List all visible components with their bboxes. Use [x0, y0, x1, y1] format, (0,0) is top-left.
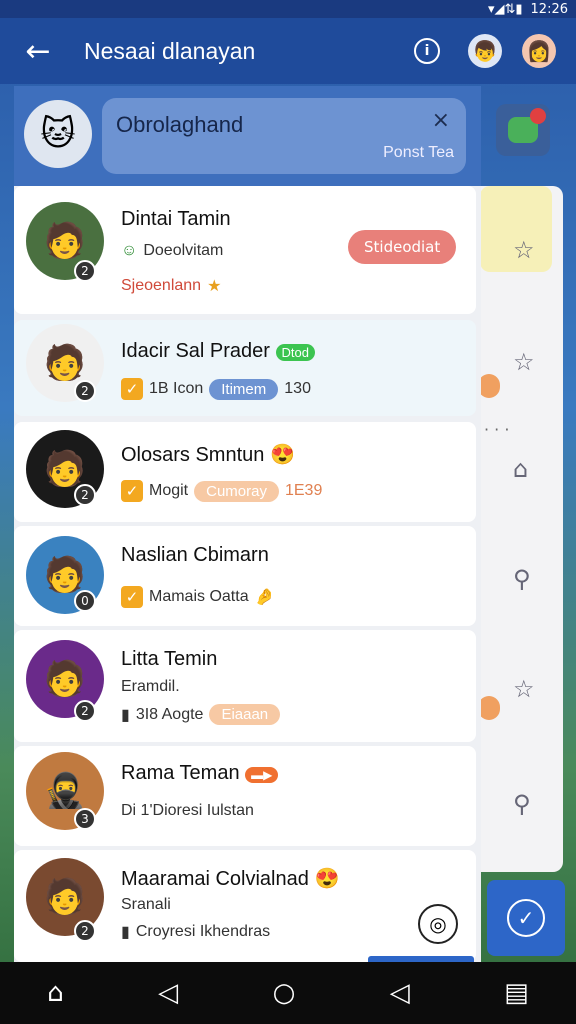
status-text: Doeolvitam	[143, 242, 224, 259]
checkbox-icon: ✓	[121, 586, 143, 608]
emoji-icon: 😍	[269, 444, 295, 466]
status-time: 12:26	[530, 1, 568, 17]
status-bar: ▾◢⇅▮ 12:26	[0, 0, 576, 18]
mascot-avatar[interactable]: 🐱	[24, 100, 92, 168]
home-icon[interactable]: ⌂	[47, 978, 64, 1008]
star-icon: ★	[207, 278, 222, 295]
tag-badge: ▬▶	[245, 767, 279, 783]
page-title: Nesaai dlanayan	[84, 37, 256, 64]
count-badge: 2	[74, 700, 96, 722]
list-item[interactable]: 🧑 2 Idacir Sal Prader Dtod ✓ 1B Icon Iti…	[14, 320, 476, 416]
contact-name-text: Idacir Sal Prader	[121, 340, 270, 362]
contact-status: ✓ 1B Icon Itimem 130	[121, 378, 311, 400]
contact-status: ✓ Mamais Oatta 🤌	[121, 586, 275, 608]
emoji-icon: 🤌	[254, 589, 275, 606]
compose-button[interactable]: ✓	[487, 880, 565, 956]
info-icon[interactable]: i	[414, 38, 440, 64]
avatar-user-2[interactable]: 👩	[522, 34, 556, 68]
back-icon[interactable]: ◁	[390, 978, 410, 1008]
search-hint: Ponst Tea	[383, 144, 454, 161]
recents-icon[interactable]: ▤	[504, 978, 529, 1008]
status-pill: Cumoray	[194, 480, 279, 502]
star-icon[interactable]: ☆	[513, 348, 535, 376]
back-arrow-icon[interactable]: ←	[18, 31, 58, 71]
message-text: 3I8 Aogte	[135, 705, 204, 723]
list-item[interactable]: 🥷 3 Rama Teman ▬▶ Di 1'Dioresi Iulstan	[14, 746, 476, 846]
status-count: 1E39	[284, 482, 323, 499]
background-panel	[470, 186, 563, 872]
list-item[interactable]: 🧑 2 Maaramai Colvialnad 😍 Sranali ▮ Croy…	[14, 850, 476, 962]
checkbox-icon: ✓	[121, 378, 143, 400]
app-bar: ← Nesaai dlanayan i 👦 👩	[0, 18, 576, 84]
contact-name: Rama Teman ▬▶	[121, 762, 279, 785]
count-badge: 3	[74, 808, 96, 830]
check-icon: ✓	[507, 899, 545, 937]
emoji-icon: 😍	[314, 868, 340, 890]
contact-name: Litta Temin	[121, 648, 218, 670]
contact-name: Naslian Cbimarn	[121, 544, 269, 566]
contact-message: Sjeoenlann ★	[121, 276, 221, 296]
more-dots: · · ·	[484, 420, 510, 439]
star-icon[interactable]: ☆	[513, 675, 535, 703]
tag-badge: Dtod	[275, 344, 315, 361]
contact-message: ▮ 3I8 Aogte Eiaaan	[121, 704, 281, 725]
contact-name: Idacir Sal Prader Dtod	[121, 340, 315, 363]
contact-status: ✓ Mogit Cumoray 1E39	[121, 480, 322, 502]
search-input[interactable]: Obrolaghand	[116, 112, 243, 138]
close-icon[interactable]: ×	[432, 108, 450, 133]
contact-message: ▮ Croyresi Ikhendras	[121, 922, 270, 942]
search-outline-icon[interactable]: ⚲	[513, 790, 531, 818]
contact-status: Eramdil.	[121, 678, 180, 695]
chat-list: 🧑 2 Dintai Tamin ☺ Doeolvitam Sjeoenlann…	[14, 186, 481, 962]
status-pill: Itimem	[209, 378, 279, 400]
count-badge: 2	[74, 920, 96, 942]
list-item[interactable]: 🧑 2 Olosars Smntun 😍 ✓ Mogit Cumoray 1E3…	[14, 422, 476, 522]
list-item[interactable]: 🧑 2 Litta Temin Eramdil. ▮ 3I8 Aogte Eia…	[14, 630, 476, 742]
status-icons: ▾◢⇅▮	[487, 1, 523, 17]
status-text: 1B Icon	[149, 380, 204, 397]
count-badge: 2	[74, 260, 96, 282]
list-item[interactable]: 🧑 2 Dintai Tamin ☺ Doeolvitam Sjeoenlann…	[14, 186, 476, 314]
checkbox-icon: ✓	[121, 480, 143, 502]
status-count: 130	[284, 380, 311, 397]
message-text: Sjeoenlann	[121, 277, 202, 294]
contact-name-text: Rama Teman	[121, 762, 240, 784]
status-pill[interactable]: Stideodiat	[348, 230, 457, 264]
list-item[interactable]: 🧑 0 Naslian Cbimarn ✓ Mamais Oatta 🤌	[14, 526, 476, 626]
contact-name-text: Olosars Smntun	[121, 444, 265, 466]
contact-status: Sranali	[121, 896, 171, 913]
contact-name: Dintai Tamin	[121, 208, 231, 230]
home-outline-icon[interactable]: ⌂	[513, 455, 528, 483]
contact-name-text: Maaramai Colvialnad	[121, 868, 309, 890]
status-text: Mamais Oatta	[149, 588, 249, 605]
message-text: Croyresi Ikhendras	[135, 923, 271, 940]
orange-marker	[478, 374, 500, 398]
contact-status: ☺ Doeolvitam	[121, 242, 223, 260]
file-icon: ▮	[121, 924, 130, 941]
contact-status: Di 1'Dioresi Iulstan	[121, 802, 254, 819]
emoji-button-icon[interactable]: ◎	[418, 904, 458, 944]
status-pill: Eiaaan	[209, 704, 281, 725]
system-nav-bar: ⌂ ◁ ○ ◁ ▤	[0, 962, 576, 1024]
chat-app-icon[interactable]	[496, 104, 550, 156]
star-icon[interactable]: ☆	[513, 236, 535, 264]
status-text: Mogit	[149, 482, 189, 499]
back-icon[interactable]: ◁	[158, 978, 178, 1008]
contact-name: Olosars Smntun 😍	[121, 442, 295, 467]
count-badge: 0	[74, 590, 96, 612]
contact-name: Maaramai Colvialnad 😍	[121, 866, 339, 891]
search-outline-icon[interactable]: ⚲	[513, 565, 531, 593]
avatar-user-1[interactable]: 👦	[468, 34, 502, 68]
orange-marker	[478, 696, 500, 720]
count-badge: 2	[74, 484, 96, 506]
app-screen: ▾◢⇅▮ 12:26 ← Nesaai dlanayan i 👦 👩 ☆ ☆ ⌂…	[0, 0, 576, 1024]
smile-icon: ☺	[121, 242, 138, 259]
search-field[interactable]: Obrolaghand × Ponst Tea	[102, 98, 466, 174]
home-circle-icon[interactable]: ○	[273, 978, 296, 1008]
file-icon: ▮	[121, 706, 130, 724]
count-badge: 2	[74, 380, 96, 402]
